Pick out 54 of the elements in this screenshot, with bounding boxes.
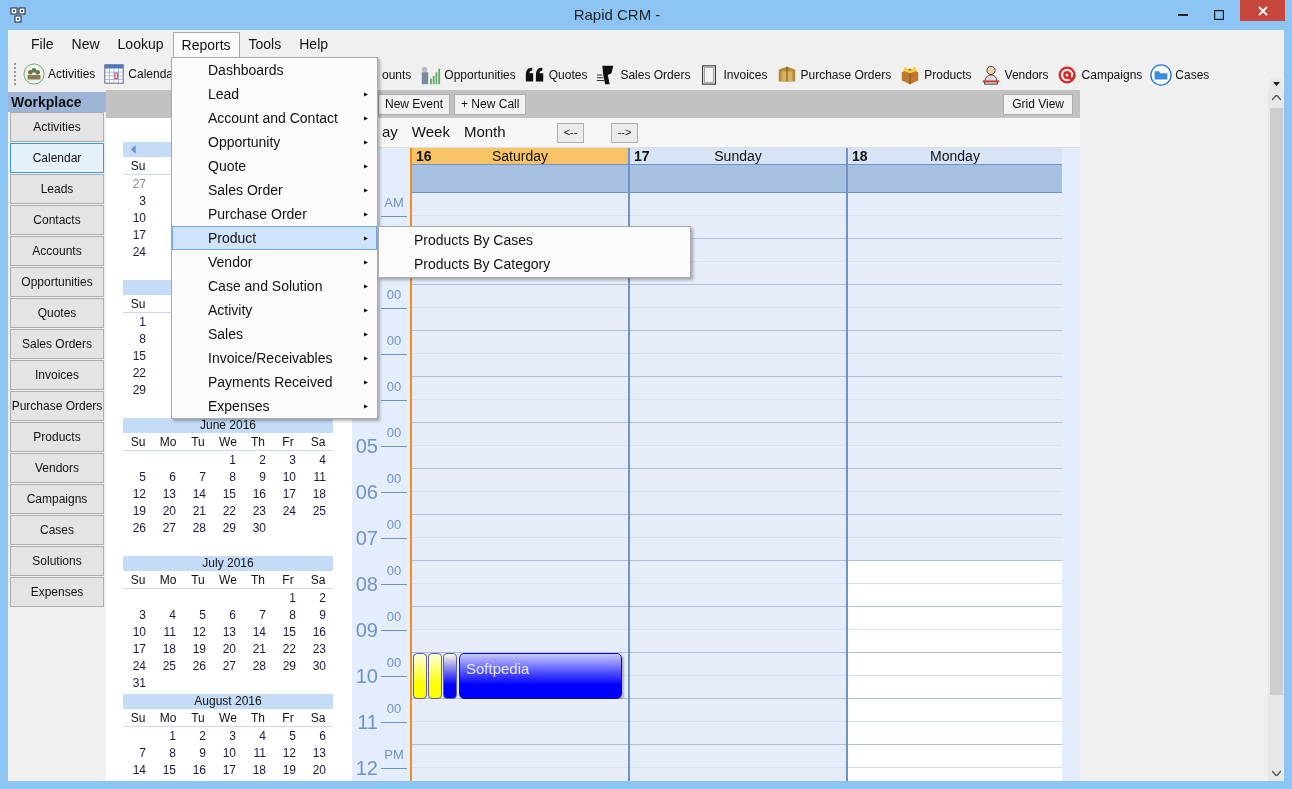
weekday-label: Sa xyxy=(309,434,327,451)
weekday-label: Su xyxy=(129,572,147,589)
weekday-label: We xyxy=(218,434,238,451)
weekday-label: Mo xyxy=(158,572,178,589)
day-number: 18 xyxy=(852,147,868,165)
month-title: August 2016 xyxy=(194,694,262,709)
weekday-label: Su xyxy=(129,296,147,313)
weekday-label: Mo xyxy=(158,434,178,451)
minute-label: 00 xyxy=(386,655,402,670)
day-name: Saturday xyxy=(492,147,548,165)
hour-label: 11 xyxy=(357,711,378,733)
minute-label: 00 xyxy=(386,563,402,578)
hour-label: 12 xyxy=(355,757,378,779)
weekday-label: Fr xyxy=(281,572,295,589)
minute-label: 00 xyxy=(386,471,402,486)
weekday-label: Su xyxy=(129,158,147,175)
weekday-label: Fr xyxy=(281,434,295,451)
weekday-label: Th xyxy=(250,572,266,589)
panel-title: Workplace xyxy=(8,92,106,112)
weekday-label: Sa xyxy=(309,572,327,589)
weekday-label: Sa xyxy=(309,710,327,727)
weekday-label: Tu xyxy=(190,710,206,727)
minute-label: PM xyxy=(384,747,404,762)
hour-label: 06 xyxy=(355,481,378,503)
weekday-label: Su xyxy=(129,710,147,727)
hour-label: 05 xyxy=(355,435,378,457)
weekday-label: Th xyxy=(250,710,266,727)
hour-label: 10 xyxy=(355,665,378,687)
day-name: Monday xyxy=(930,147,980,165)
weekday-label: Tu xyxy=(190,434,206,451)
hour-label: 09 xyxy=(355,619,378,641)
minute-label: 00 xyxy=(386,517,402,532)
weekday-label: Th xyxy=(250,434,266,451)
minute-label: 00 xyxy=(386,379,402,394)
minute-label: 00 xyxy=(386,609,402,624)
window-title: Rapid CRM - xyxy=(572,4,661,25)
minute-label: AM xyxy=(384,195,404,210)
day-name: Sunday xyxy=(714,147,762,165)
weekday-label: Mo xyxy=(158,710,178,727)
day-number: 16 xyxy=(416,147,432,165)
minute-label: 00 xyxy=(386,287,402,302)
minute-label: 00 xyxy=(386,701,402,716)
hour-label: 07 xyxy=(355,527,378,549)
month-title: July 2016 xyxy=(202,556,254,571)
weekday-label: Fr xyxy=(281,710,295,727)
weekday-label: Tu xyxy=(190,572,206,589)
day-number: 17 xyxy=(634,147,650,165)
weekday-label: We xyxy=(218,710,238,727)
hour-label: 08 xyxy=(355,573,378,595)
month-title: June 2016 xyxy=(199,418,257,433)
weekday-label: Su xyxy=(129,434,147,451)
minute-label: 00 xyxy=(386,425,402,440)
minute-label: 00 xyxy=(386,333,402,348)
weekday-label: We xyxy=(218,572,238,589)
